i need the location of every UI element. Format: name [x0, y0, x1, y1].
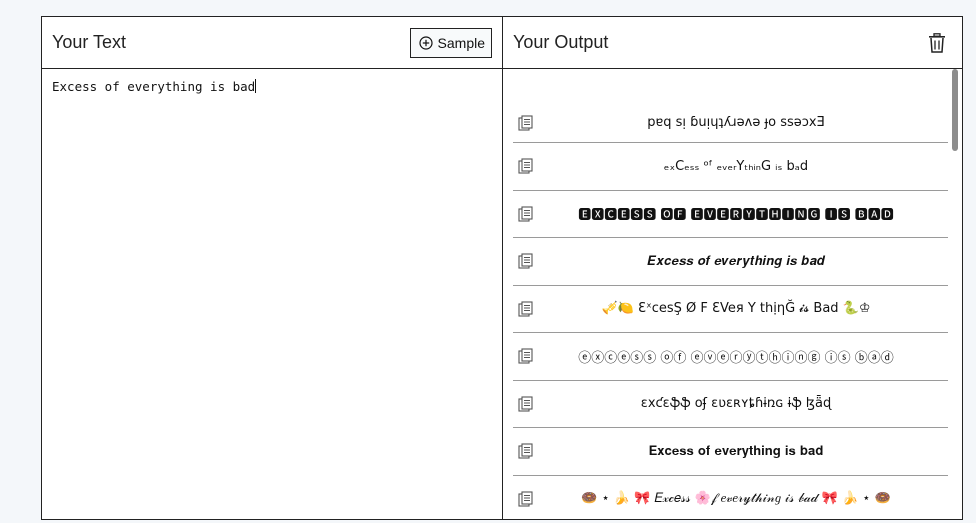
converter-frame: Your Text Sample Excess of everything is…	[41, 16, 963, 520]
output-title: Your Output	[513, 32, 609, 52]
input-title: Your Text	[52, 32, 127, 52]
input-panel: Your Text Sample Excess of everything is…	[42, 17, 503, 519]
output-row[interactable]: pɐq sᴉ ɓuᴉɥʇʎɹǝʌǝ ɟo ssǝɔxƎ	[513, 103, 948, 143]
text-caret	[255, 79, 257, 93]
output-scrollbar[interactable]	[952, 69, 958, 151]
output-list: pɐq sᴉ ɓuᴉɥʇʎɹǝʌǝ ɟo ssǝɔxƎ ₑₓCₑₛₛ ᵒᶠ ₑᵥ…	[503, 69, 962, 519]
input-text: Excess of everything is bad	[52, 79, 256, 94]
output-row[interactable]: 🍩 ⋆ 🍌 🎀 𝐸𝓍𝒸𝑒𝓈𝓈 🌸𝒻 𝑒𝓋𝑒𝓇𝓎𝓉𝒽𝒾𝓃𝑔 𝒾𝓈 𝒷𝒶𝒹 🎀 🍌 …	[513, 476, 948, 520]
output-row[interactable]: ɛxƈɛֆֆ օʄ ɛʋɛʀʏȶɦɨռɢ ɨֆ ɮǟɖ	[513, 381, 948, 428]
copy-icon[interactable]	[518, 158, 534, 174]
copy-icon[interactable]	[518, 443, 534, 459]
output-panel: Your Output pɐq sᴉ ɓuᴉɥʇʎɹǝʌǝ ɟo ssǝɔxƎ …	[503, 17, 962, 519]
output-row[interactable]: ⓔⓧⓒⓔⓢⓢ ⓞⓕ ⓔⓥⓔⓡⓨⓣⓗⓘⓝⓖ ⓘⓢ ⓑⓐⓓ	[513, 333, 948, 381]
copy-icon[interactable]	[518, 206, 534, 222]
text-input[interactable]: Excess of everything is bad	[42, 69, 502, 519]
output-text: 🎺🍋 ƐˣcesŞ Ø F ƐVeя Y thịηĞ 𝓲𝓼 Bad 🐍♔	[601, 301, 871, 317]
output-text: 𝐄𝐱𝐜𝐞𝐬𝐬 𝐨𝐟 𝐞𝐯𝐞𝐫𝐲𝐭𝐡𝐢𝐧𝐠 𝐢𝐬 𝐛𝐚𝐝	[648, 443, 824, 459]
copy-icon[interactable]	[518, 396, 534, 412]
output-header: Your Output	[503, 17, 962, 69]
sample-button-label: Sample	[437, 34, 485, 51]
input-header: Your Text Sample	[42, 17, 502, 69]
copy-icon[interactable]	[518, 491, 534, 507]
output-row[interactable]: 🅴🆇🅲🅴🆂🆂 🅾🅵 🅴🆅🅴🆁🆈🆃🅷🅸🅽🅶 🅸🆂 🅱🅰🅳	[513, 191, 948, 238]
sample-button[interactable]: Sample	[409, 27, 492, 58]
trash-icon[interactable]	[928, 32, 946, 53]
copy-icon[interactable]	[518, 301, 534, 317]
copy-icon[interactable]	[518, 114, 534, 131]
plus-circle-icon	[418, 35, 433, 50]
output-row[interactable]: ₑₓCₑₛₛ ᵒᶠ ₑᵥₑᵣYₜₕᵢₙG ᵢₛ bₐd	[513, 143, 948, 191]
output-text: ⓔⓧⓒⓔⓢⓢ ⓞⓕ ⓔⓥⓔⓡⓨⓣⓗⓘⓝⓖ ⓘⓢ ⓑⓐⓓ	[578, 350, 894, 366]
output-row[interactable]: 𝑬𝒙𝒄𝒆𝒔𝒔 𝒐𝒇 𝒆𝒗𝒆𝒓𝒚𝒕𝒉𝒊𝒏𝒈 𝒊𝒔 𝒃𝒂𝒅	[513, 238, 948, 286]
output-text: pɐq sᴉ ɓuᴉɥʇʎɹǝʌǝ ɟo ssǝɔxƎ	[647, 115, 825, 130]
output-text: 🍩 ⋆ 🍌 🎀 𝐸𝓍𝒸𝑒𝓈𝓈 🌸𝒻 𝑒𝓋𝑒𝓇𝓎𝓉𝒽𝒾𝓃𝑔 𝒾𝓈 𝒷𝒶𝒹 🎀 🍌 …	[581, 491, 891, 507]
output-text: ɛxƈɛֆֆ օʄ ɛʋɛʀʏȶɦɨռɢ ɨֆ ɮǟɖ	[640, 396, 832, 412]
output-row[interactable]: 𝐄𝐱𝐜𝐞𝐬𝐬 𝐨𝐟 𝐞𝐯𝐞𝐫𝐲𝐭𝐡𝐢𝐧𝐠 𝐢𝐬 𝐛𝐚𝐝	[513, 428, 948, 476]
output-row[interactable]: 🎺🍋 ƐˣcesŞ Ø F ƐVeя Y thịηĞ 𝓲𝓼 Bad 🐍♔	[513, 286, 948, 333]
copy-icon[interactable]	[518, 253, 534, 269]
copy-icon[interactable]	[518, 348, 534, 364]
output-text: 🅴🆇🅲🅴🆂🆂 🅾🅵 🅴🆅🅴🆁🆈🆃🅷🅸🅽🅶 🅸🆂 🅱🅰🅳	[578, 208, 894, 224]
output-text: 𝑬𝒙𝒄𝒆𝒔𝒔 𝒐𝒇 𝒆𝒗𝒆𝒓𝒚𝒕𝒉𝒊𝒏𝒈 𝒊𝒔 𝒃𝒂𝒅	[647, 253, 825, 269]
output-text: ₑₓCₑₛₛ ᵒᶠ ₑᵥₑᵣYₜₕᵢₙG ᵢₛ bₐd	[663, 158, 809, 174]
